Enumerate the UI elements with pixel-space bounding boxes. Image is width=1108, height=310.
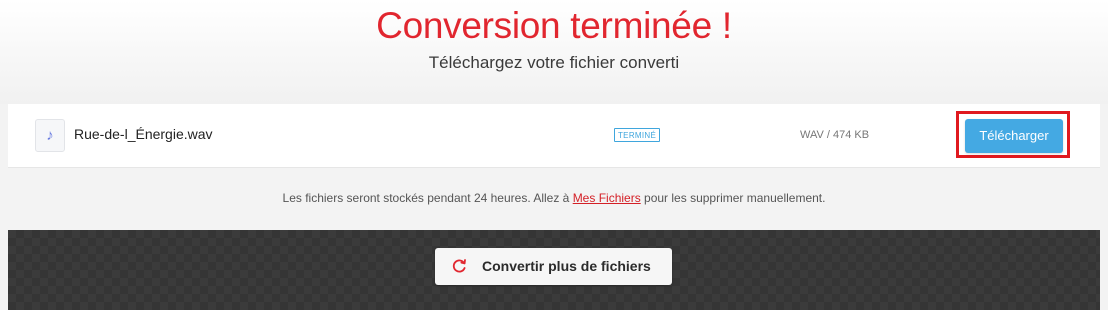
download-button[interactable]: Télécharger [965, 119, 1063, 153]
file-format-size: WAV / 474 KB [800, 129, 870, 141]
footer-panel: Convertir plus de fichiers [8, 230, 1100, 310]
music-note-icon: ♪ [35, 119, 65, 152]
convert-more-label: Convertir plus de fichiers [482, 258, 651, 274]
status-badge: TERMINÉ [614, 128, 661, 142]
convert-more-button[interactable]: Convertir plus de fichiers [435, 248, 672, 285]
page-edge [1100, 104, 1108, 310]
notice-text-before: Les fichiers seront stockés pendant 24 h… [282, 191, 573, 205]
page-title: Conversion terminée ! [376, 5, 732, 46]
storage-notice: Les fichiers seront stockés pendant 24 h… [0, 190, 1108, 206]
file-row: ♪ Rue-de-l_Énergie.wav TERMINÉ WAV / 474… [8, 104, 1100, 168]
refresh-icon [452, 259, 466, 273]
file-name: Rue-de-l_Énergie.wav [74, 126, 213, 142]
my-files-link[interactable]: Mes Fichiers [573, 191, 641, 205]
notice-text-after: pour les supprimer manuellement. [640, 191, 826, 205]
page-subtitle: Téléchargez votre fichier converti [428, 53, 680, 72]
